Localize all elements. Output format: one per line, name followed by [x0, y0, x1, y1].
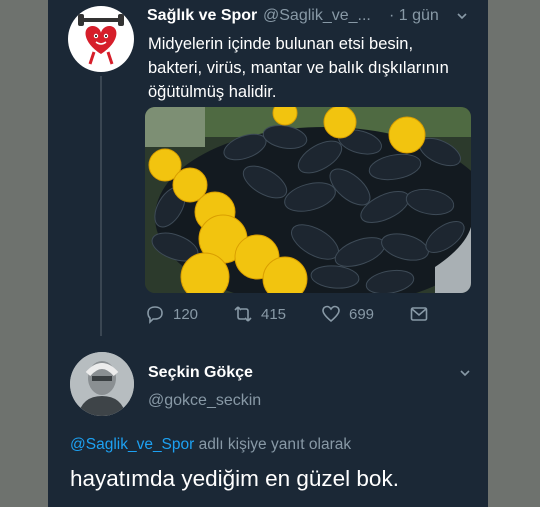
reply-author-handle[interactable]: @gokce_seckin: [148, 392, 261, 410]
retweet-icon: [234, 306, 252, 322]
tweet-time[interactable]: · 1 gün: [389, 7, 439, 25]
reply-bubble-icon: [147, 306, 163, 324]
like-action[interactable]: 699: [321, 304, 374, 324]
tweet-text-line-3: öğütülmüş halidir.: [148, 83, 277, 101]
chevron-down-icon[interactable]: [455, 9, 469, 26]
tweet-text-line-1: Midyelerin içinde bulunan etsi besin,: [148, 35, 414, 53]
reply-context: @Saglik_ve_Spor adlı kişiye yanıt olarak: [70, 436, 351, 454]
share-action[interactable]: [409, 304, 429, 324]
reply-author-name[interactable]: Seçkin Gökçe: [148, 364, 253, 382]
avatar-saglik-ve-spor[interactable]: [68, 6, 134, 72]
thread-connector-line: [100, 76, 102, 336]
reply-body: hayatımda yediğim en güzel bok.: [70, 466, 399, 491]
tweet-photo-mussels-with-lemons[interactable]: [145, 107, 471, 293]
reply-action[interactable]: 120: [145, 304, 198, 324]
tweet-actions-bar: 120 415 699: [145, 304, 475, 328]
reply-count: 120: [173, 305, 199, 323]
like-count: 699: [349, 305, 375, 323]
tweet-text-line-2: bakteri, virüs, mantar ve balık dışkılar…: [148, 59, 449, 77]
tweet-author-handle[interactable]: @Saglik_ve_...: [263, 7, 371, 25]
avatar-seckin-gokce[interactable]: [70, 352, 134, 416]
tweet-thread: Sağlık ve Spor @Saglik_ve_... · 1 gün Mi…: [48, 0, 488, 507]
tweet-author-name[interactable]: Sağlık ve Spor: [147, 7, 257, 25]
tweet-body: Midyelerin içinde bulunan etsi besin, ba…: [148, 32, 478, 104]
reply-to-label: adlı kişiye yanıt olarak: [194, 436, 352, 453]
chevron-down-icon[interactable]: [458, 366, 472, 383]
share-envelope-icon: [410, 307, 428, 321]
reply-to-mention-link[interactable]: @Saglik_ve_Spor: [70, 436, 194, 453]
heart-icon: [322, 305, 340, 323]
heart-mascot-logo: [78, 14, 124, 65]
retweet-count: 415: [261, 305, 287, 323]
retweet-action[interactable]: 415: [233, 304, 286, 324]
